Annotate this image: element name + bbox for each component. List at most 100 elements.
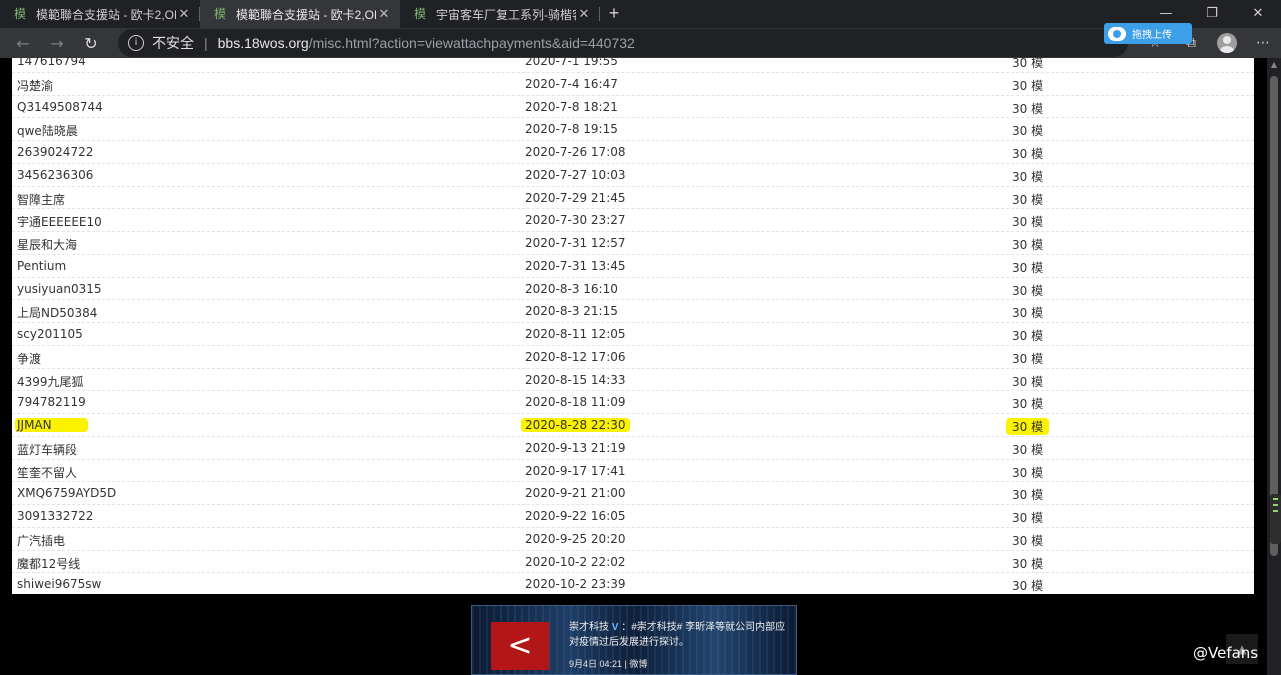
payer-name[interactable]: 794782119 — [17, 395, 86, 409]
payment-amount: 30 模 — [1012, 397, 1044, 412]
table-row: 794782119 2020-8-18 11:09 30 模 — [12, 391, 1254, 414]
table-row: shiwei9675sw 2020-10-2 23:39 30 模 — [12, 573, 1254, 594]
table-row: 4399九尾狐 2020-8-15 14:33 30 模 — [12, 369, 1254, 392]
payment-time: 2020-7-27 10:03 — [525, 167, 626, 182]
scroll-up-icon[interactable]: ▲ — [1267, 58, 1281, 72]
site-favicon-icon: 模 — [413, 7, 426, 21]
payer-name[interactable]: scy201105 — [17, 327, 83, 341]
close-tab-icon[interactable]: ✕ — [576, 6, 592, 22]
payer-name[interactable]: Pentium — [17, 259, 66, 273]
browser-toolbar: ← → ↻ i 不安全 | bbs.18wos.org /misc.html?a… — [0, 28, 1281, 58]
close-tab-icon[interactable]: ✕ — [176, 6, 192, 22]
tab-1[interactable]: 模 模範聯合支援站 - 欧卡2,OMSI,m ✕ — [0, 0, 200, 28]
table-row: 3091332722 2020-9-22 16:05 30 模 — [12, 505, 1254, 528]
url-domain[interactable]: bbs.18wos.org — [218, 35, 309, 51]
table-row: Q3149508744 2020-7-8 18:21 30 模 — [12, 96, 1254, 119]
verified-v-icon: V — [611, 622, 619, 633]
table-row: yusiyuan0315 2020-8-3 16:10 30 模 — [12, 278, 1254, 301]
payer-name[interactable]: Q3149508744 — [17, 100, 103, 114]
payment-time: 2020-9-13 21:19 — [525, 440, 626, 455]
upload-widget[interactable]: 拖拽上传 — [1104, 23, 1192, 44]
payment-amount: 30 模 — [1012, 465, 1044, 480]
payment-amount: 30 模 — [1012, 329, 1044, 343]
weibo-ad-banner[interactable]: 崇才科技 V ：#崇才科技# 李昕泽等就公司内部应对疫情过后发展进行探讨。 9月… — [471, 605, 797, 675]
table-row: 冯楚渝 2020-7-4 16:47 30 模 — [12, 73, 1254, 96]
payer-name[interactable]: yusiyuan0315 — [17, 282, 102, 296]
payer-name[interactable]: 3456236306 — [17, 168, 93, 182]
table-row: XMQ6759AYD5D 2020-9-21 21:00 30 模 — [12, 482, 1254, 505]
payment-amount: 30 模 — [1012, 58, 1044, 70]
table-row-highlighted: JJMAN 2020-8-28 22:30 30 模 — [12, 414, 1254, 437]
payment-amount: 30 模 — [1006, 418, 1050, 435]
payer-name[interactable]: 智障主席 — [17, 191, 65, 208]
more-menu-icon[interactable]: ⋯ — [1245, 35, 1281, 51]
url-path[interactable]: /misc.html?action=viewattachpayments&aid… — [309, 35, 635, 51]
payer-name[interactable]: 147616794 — [17, 58, 86, 68]
payment-time: 2020-7-26 17:08 — [525, 145, 626, 159]
payment-amount: 30 模 — [1012, 192, 1044, 207]
upload-label: 拖拽上传 — [1132, 30, 1172, 41]
payment-amount: 30 模 — [1012, 124, 1044, 139]
payer-name[interactable]: 4399九尾狐 — [17, 373, 84, 390]
info-icon[interactable]: i — [128, 35, 144, 51]
payment-amount: 30 模 — [1012, 306, 1044, 321]
table-row: 广汽插电 2020-9-25 20:20 30 模 — [12, 528, 1254, 551]
payer-name[interactable]: 冯楚渝 — [17, 77, 53, 94]
forward-arrow-icon[interactable]: → — [40, 34, 74, 53]
tab-2[interactable]: 模 模範聯合支援站 - 欧卡2,OMSI,m ✕ — [200, 0, 400, 28]
watermark: @Vefans — [1193, 644, 1259, 662]
close-window-icon[interactable]: ✕ — [1235, 0, 1281, 28]
payer-name[interactable]: 星辰和大海 — [17, 236, 77, 253]
payer-name[interactable]: shiwei9675sw — [17, 577, 101, 591]
side-tool-handle[interactable] — [1270, 494, 1281, 544]
new-tab-button[interactable]: + — [600, 0, 628, 28]
tab-strip: 模 模範聯合支援站 - 欧卡2,OMSI,m ✕ 模 模範聯合支援站 - 欧卡2… — [0, 0, 1281, 28]
address-bar[interactable]: i 不安全 | bbs.18wos.org /misc.html?action=… — [118, 29, 1128, 57]
tab-3[interactable]: 模 宇宙客车厂复工系列-骑楷客车涉 ✕ — [400, 0, 600, 28]
payment-time: 2020-7-30 23:27 — [525, 213, 626, 228]
table-row: 争渡 2020-8-12 17:06 30 模 — [12, 346, 1254, 369]
page-scrollbar[interactable]: ▲ — [1267, 58, 1281, 675]
close-tab-icon[interactable]: ✕ — [376, 6, 392, 22]
ad-thumbnail[interactable] — [491, 622, 549, 670]
payer-name[interactable]: 2639024722 — [17, 145, 93, 159]
scrollbar-thumb[interactable] — [1270, 76, 1278, 556]
reload-icon[interactable]: ↻ — [74, 34, 108, 53]
payer-name[interactable]: 魔都12号线 — [17, 555, 80, 572]
ad-author[interactable]: 崇才科技 — [569, 622, 609, 633]
payer-name[interactable]: 宇通EEEEEE10 — [17, 213, 102, 230]
payment-time: 2020-10-2 23:39 — [525, 577, 626, 592]
payment-time: 2020-8-15 14:33 — [525, 372, 626, 387]
back-arrow-icon[interactable]: ← — [6, 34, 40, 53]
payer-name[interactable]: 笙奎不留人 — [17, 464, 77, 481]
maximize-icon[interactable]: ❐ — [1189, 0, 1235, 28]
payment-rows: 147616794 2020-7-1 19:55 30 模冯楚渝 2020-7-4 1… — [12, 58, 1254, 594]
payer-name[interactable]: 蓝灯车辆段 — [17, 441, 77, 458]
ad-text[interactable]: 崇才科技 V ：#崇才科技# 李昕泽等就公司内部应对疫情过后发展进行探讨。 — [569, 620, 791, 650]
profile-avatar[interactable] — [1217, 33, 1237, 53]
table-row: 魔都12号线 2020-10-2 22:02 30 模 — [12, 551, 1254, 574]
table-row: 智障主席 2020-7-29 21:45 30 模 — [12, 187, 1254, 210]
payer-name[interactable]: 上局ND50384 — [17, 304, 97, 321]
security-label[interactable]: 不安全 — [152, 33, 194, 53]
payer-name[interactable]: XMQ6759AYD5D — [17, 486, 116, 500]
payment-time: 2020-7-29 21:45 — [525, 190, 626, 205]
table-row: qwe陆晓晨 2020-7-8 19:15 30 模 — [12, 118, 1254, 141]
page-viewport: 147616794 2020-7-1 19:55 30 模冯楚渝 2020-7-4 1… — [0, 58, 1281, 675]
payment-amount: 30 模 — [1012, 579, 1044, 594]
payment-time: 2020-7-31 13:45 — [525, 258, 626, 273]
payment-list: 147616794 2020-7-1 19:55 30 模冯楚渝 2020-7-4 1… — [12, 58, 1254, 594]
payer-name[interactable]: qwe陆晓晨 — [17, 122, 78, 139]
payment-time: 2020-8-28 22:30 — [521, 418, 630, 432]
site-favicon-icon: 模 — [213, 7, 226, 21]
table-row: scy201105 2020-8-11 12:05 30 模 — [12, 323, 1254, 346]
payer-name[interactable]: 广汽插电 — [17, 532, 65, 549]
table-row: 蓝灯车辆段 2020-9-13 21:19 30 模 — [12, 437, 1254, 460]
payment-amount: 30 模 — [1012, 488, 1044, 503]
payment-amount: 30 模 — [1012, 283, 1044, 298]
payer-name[interactable]: 3091332722 — [17, 509, 93, 523]
payer-name[interactable]: 争渡 — [17, 350, 41, 367]
payer-name[interactable]: JJMAN — [15, 418, 88, 432]
payment-time: 2020-8-3 16:10 — [525, 281, 618, 296]
payment-amount: 30 模 — [1012, 238, 1044, 252]
